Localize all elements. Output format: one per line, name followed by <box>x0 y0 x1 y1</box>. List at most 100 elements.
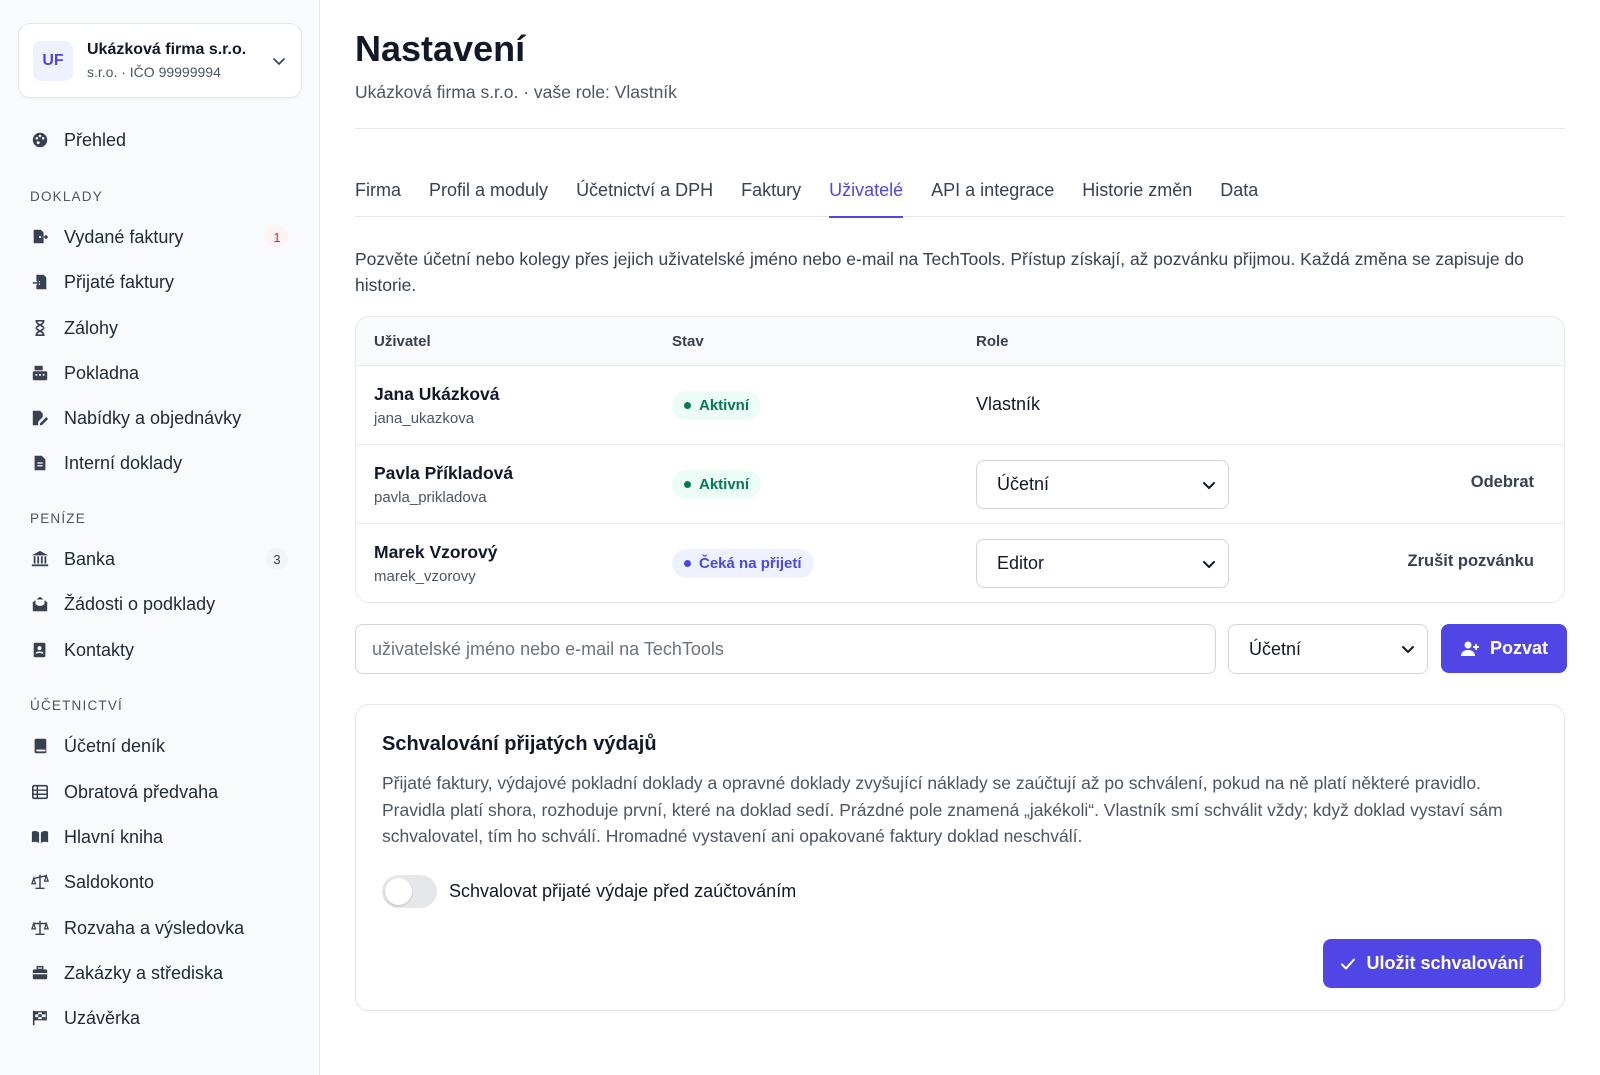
user-plus-icon <box>1460 641 1479 656</box>
sidebar-item-document-requests[interactable]: Žádosti o podklady <box>30 586 292 622</box>
count-badge: 1 <box>266 226 288 248</box>
role-select[interactable]: Editor <box>976 539 1229 588</box>
status-dot-icon <box>684 481 691 488</box>
sidebar-item-advances[interactable]: Zálohy <box>30 310 292 346</box>
sidebar-item-contacts[interactable]: Kontakty <box>30 632 292 668</box>
sidebar-item-received-invoices[interactable]: Přijaté faktury <box>30 264 292 300</box>
sidebar-item-trial-balance[interactable]: Obratová předvaha <box>30 774 292 810</box>
status-badge: Čeká na přijetí <box>672 549 814 578</box>
user-name: Pavla Příkladová <box>374 463 514 483</box>
sidebar-item-projects[interactable]: Zakázky a střediska <box>30 955 292 991</box>
sidebar-item-label: Rozvaha a výsledovka <box>64 917 245 938</box>
sidebar-item-label: Nabídky a objednávky <box>64 407 242 428</box>
table-list-icon <box>30 782 50 802</box>
sidebar-item-label: Účetní deník <box>64 735 166 756</box>
file-icon <box>30 453 50 473</box>
sidebar-item-label: Přehled <box>64 129 127 150</box>
tab-invoices[interactable]: Faktury <box>741 168 801 217</box>
approval-toggle[interactable] <box>382 875 437 908</box>
column-header-status: Stav <box>672 333 704 350</box>
sidebar-item-offers-orders[interactable]: Nabídky a objednávky <box>30 400 292 436</box>
tab-api-integrations[interactable]: API a integrace <box>931 168 1054 217</box>
cancel-invitation-button[interactable]: Zrušit pozvánku <box>1407 552 1534 571</box>
invite-user-input[interactable]: uživatelské jméno nebo e-mail na TechToo… <box>355 624 1216 674</box>
palette-icon <box>30 130 50 150</box>
tab-firma[interactable]: Firma <box>355 168 401 217</box>
approval-settings-card: Schvalování přijatých výdajů Přijaté fak… <box>355 704 1565 1011</box>
divider <box>355 128 1565 129</box>
sidebar-item-journal[interactable]: Účetní deník <box>30 728 292 764</box>
company-switcher[interactable]: UF Ukázková firma s.r.o. s.r.o. · IČO 99… <box>18 23 302 98</box>
count-badge: 3 <box>266 548 288 570</box>
role-value: Vlastník <box>976 394 1041 414</box>
role-select-value: Účetní <box>997 474 1050 494</box>
invite-role-select[interactable]: Účetní <box>1228 624 1428 674</box>
tab-change-history[interactable]: Historie změn <box>1082 168 1192 217</box>
invite-button-label: Pozvat <box>1489 638 1549 658</box>
sidebar-item-general-ledger[interactable]: Hlavní kniha <box>30 819 292 855</box>
book-icon <box>30 736 50 756</box>
user-name: Marek Vzorový <box>374 542 498 562</box>
sidebar-item-balance-sheet[interactable]: Rozvaha a výsledovka <box>30 910 292 946</box>
sidebar-item-label: Vydané faktury <box>64 226 184 247</box>
tab-accounting-vat[interactable]: Účetnictví a DPH <box>576 168 713 217</box>
sidebar: UF Ukázková firma s.r.o. s.r.o. · IČO 99… <box>0 0 320 1075</box>
sidebar-item-label: Kontakty <box>64 639 135 660</box>
users-table: Uživatel Stav Role Jana Ukázková jana_uk… <box>355 316 1565 603</box>
invite-button[interactable]: Pozvat <box>1441 624 1567 673</box>
column-header-role: Role <box>976 333 1009 350</box>
approval-title: Schvalování přijatých výdajů <box>382 733 657 755</box>
settings-tabs: Firma Profil a moduly Účetnictví a DPH F… <box>355 168 1565 218</box>
sidebar-item-label: Obratová předvaha <box>64 781 219 802</box>
user-login: marek_vzorovy <box>374 568 476 585</box>
save-approval-button[interactable]: Uložit schvalování <box>1323 939 1541 988</box>
cash-register-icon <box>30 363 50 383</box>
file-import-icon <box>30 272 50 292</box>
table-row: Marek Vzorový marek_vzorovy Čeká na přij… <box>356 524 1564 602</box>
chevron-down-icon <box>1203 560 1215 568</box>
company-avatar: UF <box>33 40 73 81</box>
section-label-ucetnictvi: ÚČETNICTVÍ <box>30 698 123 713</box>
sidebar-item-label: Zakázky a střediska <box>64 962 224 983</box>
table-header: Uživatel Stav Role <box>356 317 1564 366</box>
scale-balanced-icon <box>30 918 50 938</box>
role-select-value: Editor <box>997 553 1045 573</box>
tab-profile-modules[interactable]: Profil a moduly <box>429 168 548 217</box>
sidebar-item-bank[interactable]: Banka 3 <box>30 541 292 577</box>
chevron-down-icon <box>273 57 285 65</box>
sidebar-item-internal-docs[interactable]: Interní doklady <box>30 445 292 481</box>
chevron-down-icon <box>1402 646 1414 653</box>
section-label-penize: PENÍZE <box>30 511 86 526</box>
section-label-doklady: DOKLADY <box>30 189 103 204</box>
invite-role-value: Účetní <box>1249 638 1302 659</box>
user-login: pavla_prikladova <box>374 489 487 506</box>
company-name: Ukázková firma s.r.o. <box>87 41 247 58</box>
sidebar-item-issued-invoices[interactable]: Vydané faktury 1 <box>30 219 292 255</box>
remove-user-button[interactable]: Odebrat <box>1471 473 1534 492</box>
column-header-user: Uživatel <box>374 333 431 350</box>
approval-toggle-label[interactable]: Schvalovat přijaté výdaje před zaúčtován… <box>449 881 796 902</box>
status-badge: Aktivní <box>672 470 762 499</box>
sidebar-item-label: Přijaté faktury <box>64 271 175 292</box>
role-select[interactable]: Účetní <box>976 460 1229 509</box>
sidebar-item-saldokonto[interactable]: Saldokonto <box>30 864 292 900</box>
status-label: Aktivní <box>699 476 750 493</box>
sidebar-item-label: Zálohy <box>64 317 119 338</box>
envelope-open-icon <box>30 594 50 614</box>
chevron-down-icon <box>1203 481 1215 489</box>
sidebar-item-closing[interactable]: Uzávěrka <box>30 1000 292 1036</box>
sidebar-item-cash[interactable]: Pokladna <box>30 355 292 391</box>
sidebar-item-overview[interactable]: Přehled <box>30 122 292 158</box>
sidebar-item-label: Interní doklady <box>64 452 183 473</box>
tab-users[interactable]: Uživatelé <box>829 168 904 218</box>
user-name: Jana Ukázková <box>374 384 500 404</box>
tab-data[interactable]: Data <box>1220 168 1258 217</box>
book-open-icon <box>30 827 50 847</box>
check-icon <box>1341 958 1356 969</box>
approval-description: Přijaté faktury, výdajové pokladní dokla… <box>382 773 1503 846</box>
page-subtitle: Ukázková firma s.r.o. · vaše role: Vlast… <box>355 82 677 102</box>
status-label: Čeká na přijetí <box>699 555 802 572</box>
status-badge: Aktivní <box>672 391 762 420</box>
save-approval-label: Uložit schvalování <box>1366 953 1524 973</box>
bank-icon <box>30 549 50 569</box>
